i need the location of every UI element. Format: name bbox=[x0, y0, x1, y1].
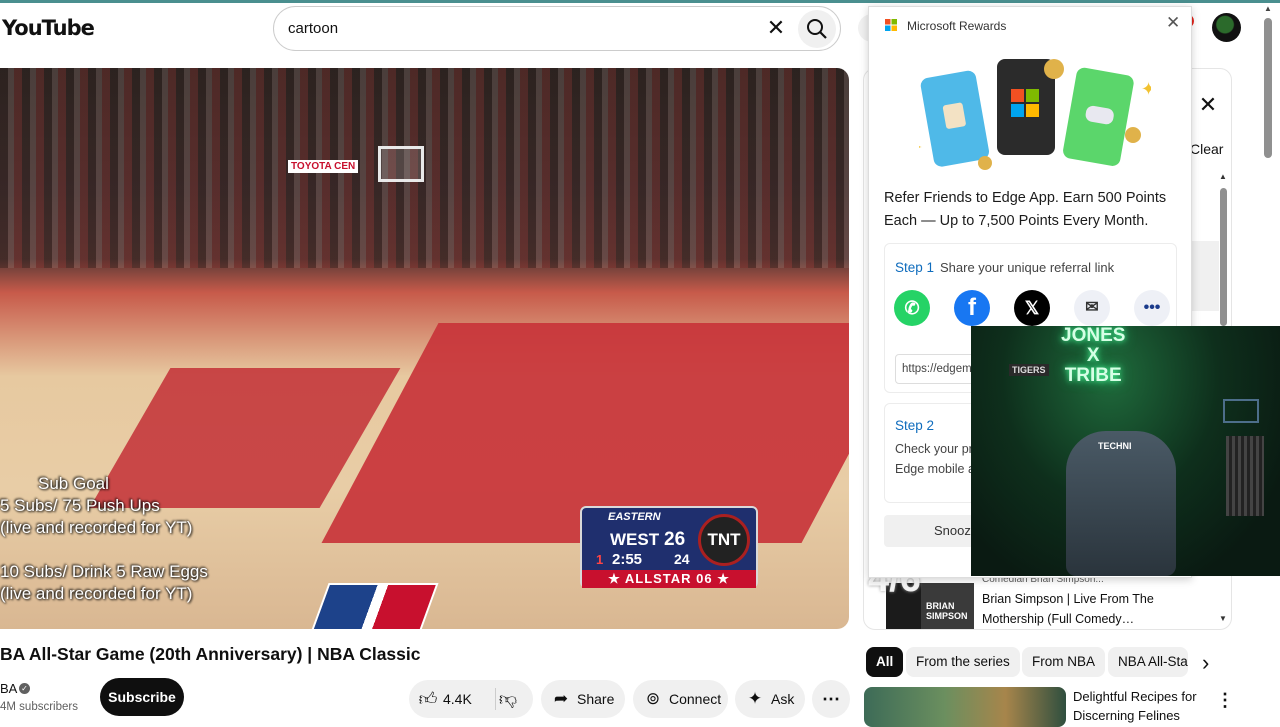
scorebug-team: WEST bbox=[610, 530, 660, 549]
scorebug: EASTERN WEST 26 1 2:55 24 TNT ★ ALLSTAR … bbox=[580, 506, 758, 588]
verified-icon: ✓ bbox=[19, 683, 30, 694]
chair-brand: TECHNI bbox=[1098, 441, 1132, 451]
subscriber-count: 4M subscribers bbox=[0, 701, 78, 713]
svg-text:✦: ✦ bbox=[919, 141, 922, 154]
video-player[interactable]: TOYOTA CEN Sub Goal 5 Subs/ 75 Push Ups … bbox=[0, 68, 849, 629]
arena-sign: TOYOTA CEN bbox=[288, 160, 359, 173]
chip-nba-all-star[interactable]: NBA All-Sta bbox=[1108, 647, 1188, 677]
like-dislike-group: 👍︎ 4.4K 👎︎ bbox=[409, 680, 533, 718]
basketball-hoop bbox=[378, 146, 424, 182]
panel-item-placeholder bbox=[1189, 241, 1219, 311]
microsoft-logo-icon bbox=[885, 19, 897, 31]
rewards-headline-line: Refer Friends to Edge App. Earn 500 Poin… bbox=[884, 190, 1167, 206]
panel-clear-button[interactable]: Clear bbox=[1190, 141, 1223, 157]
scorebug-conference: EASTERN bbox=[608, 511, 661, 523]
crowd-background bbox=[0, 68, 849, 268]
ask-label: Ask bbox=[771, 691, 795, 707]
recommended-title-line[interactable]: Discerning Felines bbox=[1073, 708, 1180, 723]
recommended-thumbnail[interactable] bbox=[864, 687, 1066, 727]
browser-top-line bbox=[0, 0, 1280, 3]
scorebug-clock: 2:55 bbox=[612, 551, 643, 568]
connect-icon: ⊚ bbox=[645, 689, 661, 708]
step-1-label: Step 1 bbox=[895, 260, 935, 275]
chip-from-nba[interactable]: From NBA bbox=[1022, 647, 1106, 677]
wall-plaque: TIGERS bbox=[1009, 364, 1049, 376]
sub-goal-line: (live and recorded for YT) bbox=[0, 584, 193, 603]
share-label: Share bbox=[577, 691, 615, 707]
scorebug-banner: ★ ALLSTAR 06 ★ bbox=[582, 570, 756, 588]
connect-button[interactable]: ⊚ Connect bbox=[633, 680, 728, 718]
mail-icon[interactable]: ✉ bbox=[1074, 290, 1110, 326]
sub-goal-line: 10 Subs/ Drink 5 Raw Eggs bbox=[0, 562, 208, 581]
share-button[interactable]: ➦ Share bbox=[541, 680, 625, 718]
search-icon bbox=[807, 19, 827, 39]
scorebug-quarter: 1 bbox=[596, 552, 604, 567]
panel-scroll-down-arrow[interactable]: ▼ bbox=[1219, 614, 1227, 623]
search-input[interactable]: cartoon bbox=[288, 20, 338, 37]
whatsapp-icon[interactable]: ✆ bbox=[894, 290, 930, 326]
thumbnail-text: BRIAN SIMPSON bbox=[926, 601, 968, 621]
panel-scrollbar-thumb[interactable] bbox=[1220, 188, 1227, 326]
share-icon: ➦ bbox=[553, 689, 569, 708]
more-actions-button[interactable]: ⋯ bbox=[812, 680, 850, 718]
kebab-menu-icon[interactable]: ⋮ bbox=[1216, 690, 1234, 711]
panel-close-icon[interactable]: ✕ bbox=[1198, 94, 1218, 116]
youtube-logo[interactable]: YouTube bbox=[2, 16, 95, 40]
chevron-right-icon[interactable]: › bbox=[1202, 650, 1209, 676]
step-2-text-line: Check your pr bbox=[895, 442, 973, 456]
tnt-logo: TNT bbox=[698, 514, 750, 566]
facebook-icon[interactable]: f bbox=[954, 290, 990, 326]
panel-scroll-up-arrow[interactable]: ▲ bbox=[1219, 172, 1227, 181]
page-scrollbar-thumb[interactable] bbox=[1264, 18, 1272, 158]
step-2-text-line: Edge mobile a bbox=[895, 462, 975, 476]
nba-court-logo bbox=[307, 583, 439, 629]
sparkle-icon: ✦ bbox=[747, 689, 763, 708]
more-share-icon[interactable]: ••• bbox=[1134, 290, 1170, 326]
webcam-overlay: JONES X TRIBE TIGERS TECHNI bbox=[971, 326, 1280, 576]
gift-cards-illustration: ✦ ✦ bbox=[919, 59, 1151, 170]
recommended-title-line[interactable]: Delightful Recipes for bbox=[1073, 689, 1197, 704]
neon-sign-line: JONES bbox=[1061, 326, 1126, 346]
rewards-headline-line: Each — Up to 7,500 Points Every Month. bbox=[884, 213, 1149, 229]
search-button[interactable] bbox=[798, 10, 836, 48]
channel-name[interactable]: BA bbox=[0, 681, 17, 696]
thumbs-down-icon[interactable]: 👎︎ bbox=[497, 688, 519, 710]
video-title-line[interactable]: Mothership (Full Comedy… bbox=[982, 612, 1134, 626]
search-box[interactable]: cartoon ✕ bbox=[273, 6, 841, 51]
x-icon[interactable]: 𝕏 bbox=[1014, 290, 1050, 326]
rewards-close-icon[interactable]: ✕ bbox=[1166, 13, 1180, 33]
step-2-label: Step 2 bbox=[895, 418, 935, 433]
clear-search-icon[interactable]: ✕ bbox=[764, 16, 788, 40]
gaming-chair bbox=[1066, 431, 1176, 576]
scorebug-shot-clock: 24 bbox=[674, 551, 690, 567]
like-count[interactable]: 4.4K bbox=[443, 691, 472, 707]
sub-goal-line: (live and recorded for YT) bbox=[0, 518, 193, 537]
rewards-title: Microsoft Rewards bbox=[907, 19, 1007, 33]
divider bbox=[495, 688, 496, 710]
avatar[interactable] bbox=[1212, 13, 1241, 42]
wall-flag bbox=[1226, 436, 1264, 516]
connect-label: Connect bbox=[669, 691, 722, 707]
thumbs-up-icon[interactable]: 👍︎ bbox=[417, 688, 439, 710]
video-title-line[interactable]: Brian Simpson | Live From The bbox=[982, 592, 1154, 606]
neon-sign-line: X bbox=[1086, 345, 1100, 366]
svg-text:✦: ✦ bbox=[1141, 79, 1151, 100]
ask-button[interactable]: ✦ Ask bbox=[735, 680, 805, 718]
subscribe-button[interactable]: Subscribe bbox=[100, 678, 184, 716]
video-title: BA All-Star Game (20th Anniversary) | NB… bbox=[0, 644, 421, 664]
sub-goal-heading: Sub Goal bbox=[38, 474, 109, 493]
step-1-text: Share your unique referral link bbox=[940, 260, 1115, 275]
neon-sign-line: TRIBE bbox=[1064, 365, 1122, 386]
wall-screen bbox=[1223, 399, 1259, 423]
neon-sign: JONES X TRIBE bbox=[1061, 326, 1125, 386]
page-scroll-up-arrow[interactable]: ▲ bbox=[1264, 4, 1272, 13]
chip-from-the-series[interactable]: From the series bbox=[906, 647, 1020, 677]
scorebug-score: 26 bbox=[664, 529, 686, 550]
sub-goal-line: 5 Subs/ 75 Push Ups bbox=[0, 496, 160, 515]
chip-all[interactable]: All bbox=[866, 647, 904, 677]
